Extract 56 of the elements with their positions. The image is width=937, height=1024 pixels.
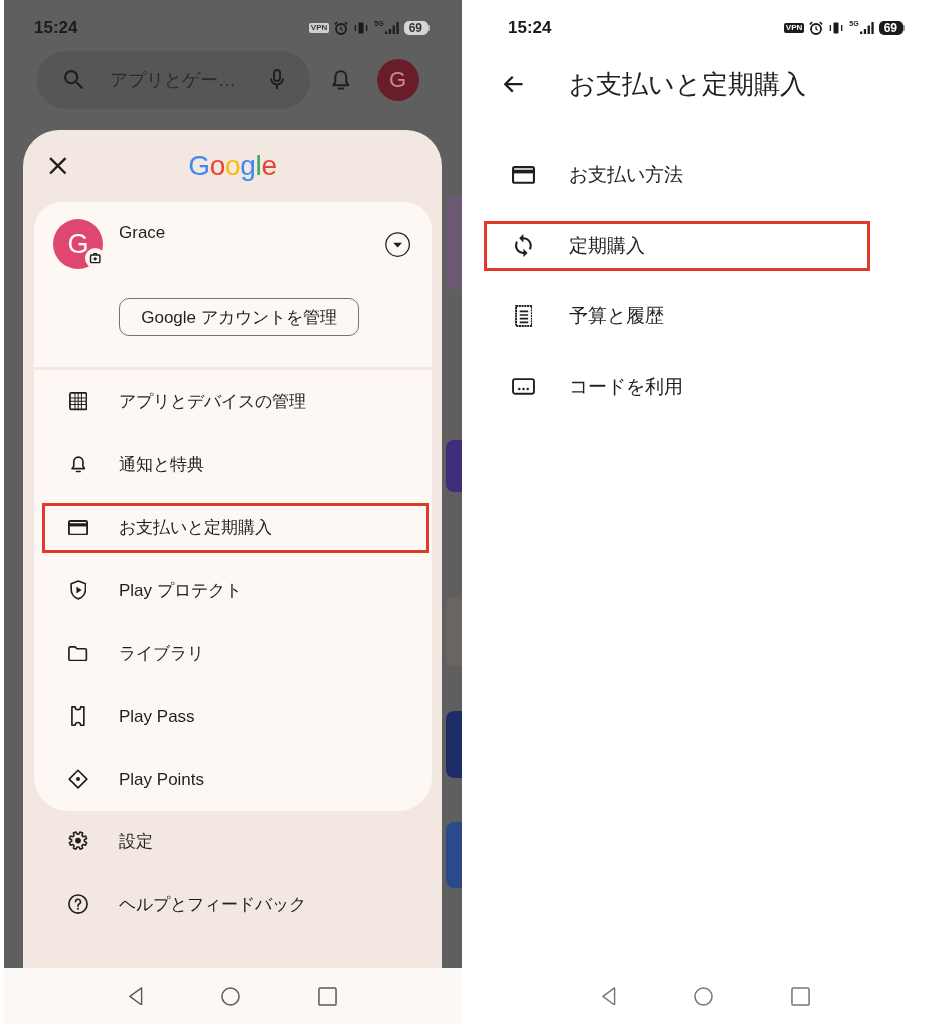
menu-item[interactable]: 定期購入 <box>484 220 870 271</box>
manage-account-button[interactable]: Google アカウントを管理 <box>119 298 359 336</box>
thumbnail-placeholder <box>446 440 462 492</box>
thumbnail-placeholder <box>446 822 462 888</box>
dropdown-icon[interactable] <box>384 232 410 258</box>
credit-card-icon[interactable] <box>68 519 88 536</box>
avatar[interactable]: G <box>376 59 419 101</box>
recents-icon[interactable] <box>790 986 810 1006</box>
menu-item[interactable]: 設定 <box>42 816 429 866</box>
menu-item[interactable]: アプリとデバイスの管理 <box>42 376 429 427</box>
vpn-indicator: VPN <box>308 23 330 33</box>
vpn-indicator: VPN <box>783 23 805 33</box>
menu-item[interactable]: Play Points <box>42 754 429 805</box>
menu-item[interactable]: Play Pass <box>42 691 429 742</box>
vibrate-icon <box>828 22 845 34</box>
battery-indicator: 69 <box>403 21 430 35</box>
dots-box-icon[interactable] <box>512 378 535 395</box>
menu-item[interactable]: ヘルプとフィードバック <box>42 879 429 929</box>
folder-icon[interactable] <box>68 645 88 662</box>
back-icon[interactable] <box>129 986 143 1006</box>
home-icon[interactable] <box>693 986 713 1006</box>
diamond-icon[interactable] <box>68 769 88 790</box>
status-time: 15:24 <box>508 18 552 38</box>
bell-icon[interactable] <box>70 455 86 474</box>
grid-icon[interactable] <box>68 392 88 411</box>
receipt-icon[interactable] <box>514 304 533 328</box>
battery-indicator: 69 <box>878 21 905 35</box>
help-icon[interactable] <box>68 893 88 915</box>
page-title: お支払いと定期購入 <box>568 67 806 101</box>
home-icon[interactable] <box>220 986 240 1006</box>
recents-icon[interactable] <box>317 986 337 1006</box>
menu-item[interactable]: コードを利用 <box>484 361 870 412</box>
signal-icon <box>859 22 874 34</box>
menu-item[interactable]: 予算と履歴 <box>484 291 870 341</box>
logo: Google <box>188 150 277 182</box>
vibrate-icon <box>353 22 370 34</box>
account-name: Grace <box>119 223 166 243</box>
signal-icon <box>384 22 399 34</box>
menu-item[interactable]: お支払いと定期購入 <box>42 502 429 553</box>
alarm-icon <box>334 21 349 35</box>
back-arrow-icon[interactable] <box>503 74 524 94</box>
search-icon <box>64 70 84 90</box>
thumbnail-placeholder <box>446 711 462 778</box>
menu-item[interactable]: Play プロテクト <box>42 565 429 616</box>
close-icon[interactable] <box>49 157 67 175</box>
ticket-icon[interactable] <box>71 706 85 727</box>
menu-item[interactable]: 通知と特典 <box>42 439 429 490</box>
status-time: 15:24 <box>34 18 78 38</box>
shield-icon[interactable] <box>69 580 87 601</box>
settings-icon[interactable] <box>68 830 88 852</box>
sync-icon[interactable] <box>515 233 532 258</box>
back-icon[interactable] <box>602 986 616 1006</box>
credit-card-icon[interactable] <box>512 166 535 184</box>
menu-item[interactable]: お支払い方法 <box>484 150 870 200</box>
menu-item[interactable]: ライブラリ <box>42 628 429 679</box>
alarm-icon <box>809 21 824 35</box>
